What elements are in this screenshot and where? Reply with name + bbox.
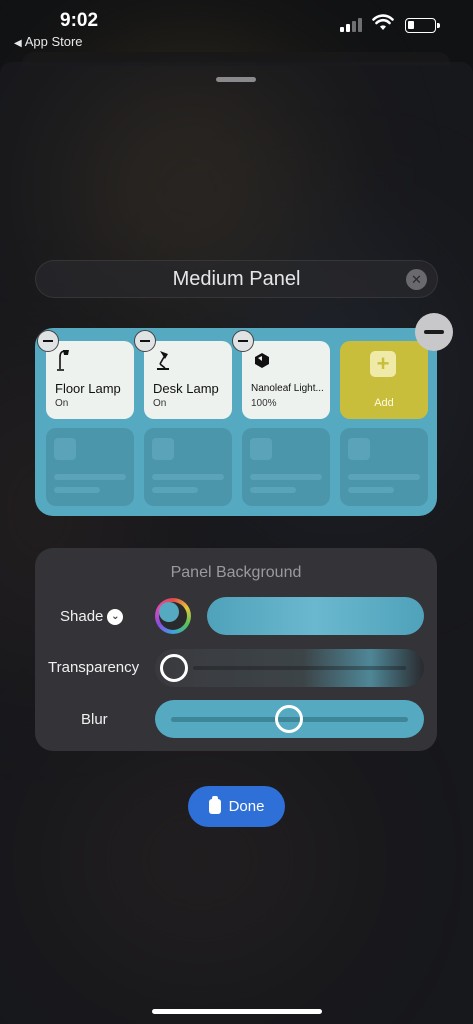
cellular-signal-icon (340, 18, 362, 32)
blur-slider[interactable] (155, 700, 424, 738)
shade-label: Shade (60, 608, 104, 625)
jar-icon (208, 796, 221, 814)
empty-slot (340, 428, 428, 506)
transparency-label: Transparency (48, 659, 140, 676)
blur-label: Blur (81, 711, 108, 728)
status-bar: 9:02 ◀ App Store (0, 0, 473, 52)
tile-state: On (55, 398, 69, 409)
remove-nanoleaf-button[interactable] (232, 330, 254, 352)
sheet-grabber[interactable] (216, 77, 256, 82)
clear-name-button[interactable]: ✕ (406, 269, 427, 290)
add-tile-button[interactable]: + Add (340, 341, 428, 419)
add-tile-label: Add (374, 397, 394, 409)
transparency-slider[interactable] (155, 649, 424, 687)
home-indicator[interactable] (152, 1009, 322, 1014)
panel-background-title: Panel Background (170, 564, 302, 581)
chevron-down-icon: ⌄ (107, 609, 124, 626)
panel-name-field[interactable]: ✕ (35, 260, 438, 298)
floor-lamp-icon (57, 350, 69, 371)
edit-sheet (0, 62, 473, 1024)
panel-background-card: Panel Background Shade ⌄ Transparency Blu… (35, 548, 437, 751)
done-button[interactable]: Done (188, 786, 285, 827)
remove-desk-lamp-button[interactable] (134, 330, 156, 352)
tile-name: Desk Lamp (153, 381, 219, 396)
shade-menu[interactable]: Shade ⌄ (60, 608, 124, 626)
remove-floor-lamp-button[interactable] (37, 330, 59, 352)
transparency-slider-thumb[interactable] (160, 654, 188, 682)
panel-preview: Floor Lamp On Desk Lamp On Nanoleaf Ligh… (35, 328, 437, 516)
shade-swatch[interactable] (207, 597, 424, 635)
back-app-label: App Store (24, 34, 83, 49)
tile-name: Floor Lamp (55, 381, 121, 396)
wifi-icon (372, 14, 394, 30)
back-arrow-icon: ◀ (14, 38, 22, 49)
desk-lamp-icon (157, 351, 169, 370)
panel-name-input[interactable] (36, 261, 437, 297)
empty-slot (46, 428, 134, 506)
blur-slider-thumb[interactable] (275, 705, 303, 733)
color-picker-button[interactable] (155, 598, 191, 634)
add-icon: + (370, 351, 396, 377)
tile-name: Nanoleaf Light... (251, 383, 324, 394)
back-to-app-link[interactable]: ◀ App Store (14, 34, 83, 49)
done-label: Done (228, 798, 265, 815)
empty-slot (144, 428, 232, 506)
status-time: 9:02 (60, 10, 99, 31)
nanoleaf-icon (255, 353, 269, 368)
empty-slot (242, 428, 330, 506)
battery-icon (405, 18, 440, 33)
tile-desk-lamp[interactable]: Desk Lamp On (144, 341, 232, 419)
tile-state: On (153, 398, 167, 409)
tile-nanoleaf-light[interactable]: Nanoleaf Light... 100% (242, 341, 330, 419)
tile-state: 100% (251, 398, 277, 409)
remove-panel-button[interactable] (415, 313, 453, 351)
selected-color-dot (159, 602, 179, 622)
tile-floor-lamp[interactable]: Floor Lamp On (46, 341, 134, 419)
